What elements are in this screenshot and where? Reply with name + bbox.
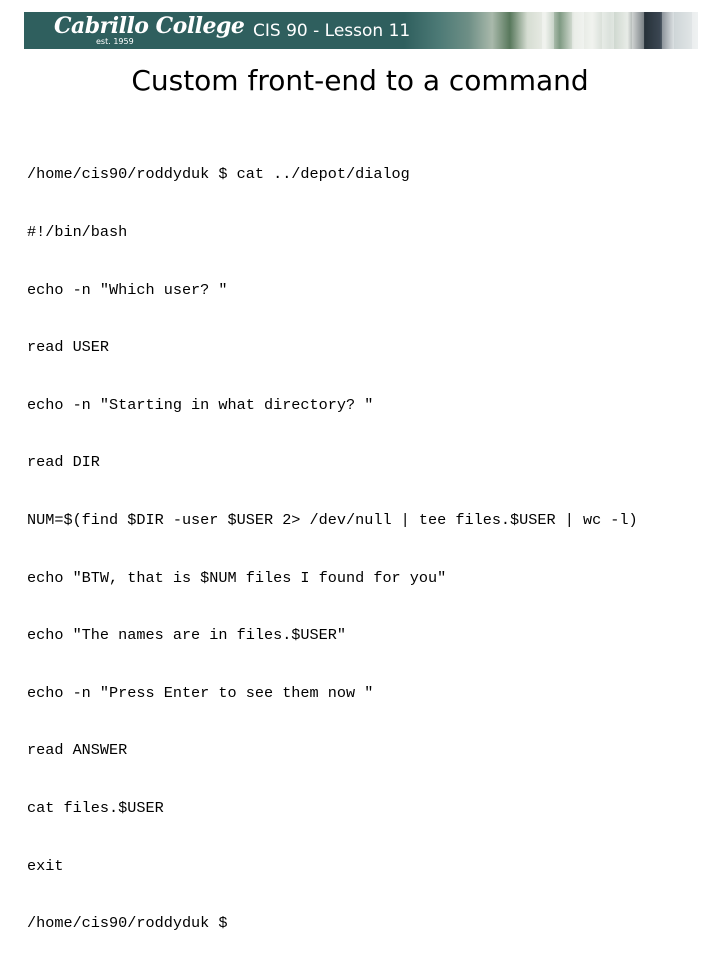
terminal-line: /home/cis90/roddyduk $ cat ../depot/dial… [27,165,410,184]
terminal-line: echo -n "Which user? " [27,280,228,299]
terminal-line: echo -n "Press Enter to see them now " [27,683,374,702]
college-logo: Cabrillo College [54,13,245,39]
slide-title: Custom front-end to a command [131,64,589,97]
course-title: CIS 90 - Lesson 11 [253,21,411,41]
terminal-prompt: /home/cis90/roddyduk $ [27,914,228,933]
terminal-line: read ANSWER [27,741,128,760]
terminal-line: echo -n "Starting in what directory? " [27,395,374,414]
terminal-line: cat files.$USER [27,798,164,817]
terminal-line: read DIR [27,453,100,472]
campus-columns-image [524,12,698,49]
terminal-line: echo "BTW, that is $NUM files I found fo… [27,568,447,587]
terminal-line: NUM=$(find $DIR -user $USER 2> /dev/null… [27,510,638,529]
logo-established-text: est. 1959 [96,37,134,46]
header-banner: Cabrillo College est. 1959 CIS 90 - Less… [24,12,698,49]
terminal-line: read USER [27,338,110,357]
terminal-line: exit [27,856,64,875]
terminal-line: #!/bin/bash [27,223,128,241]
terminal-line: echo "The names are in files.$USER" [27,626,346,645]
